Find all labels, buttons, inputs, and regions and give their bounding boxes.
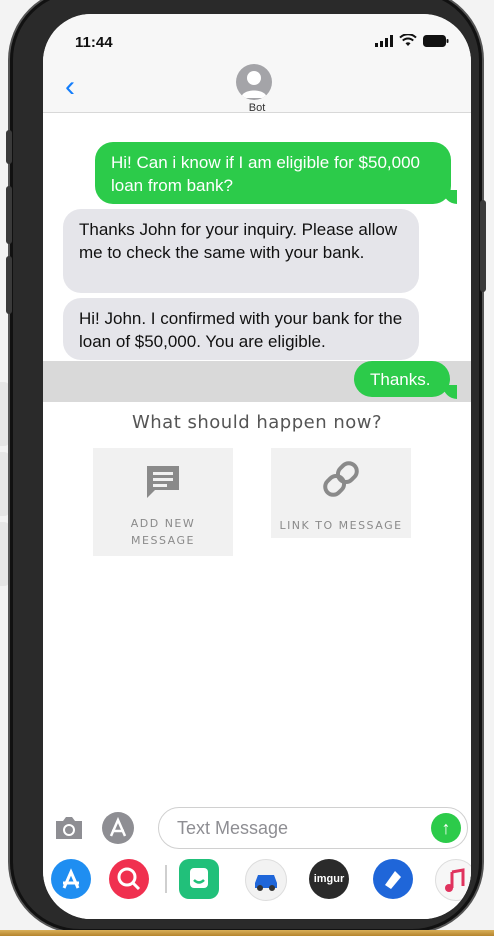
incoming-message[interactable]: Hi! John. I confirmed with your bank for…	[63, 298, 419, 360]
search-globe-icon[interactable]	[109, 859, 149, 899]
bottom-border	[0, 930, 494, 936]
smiley-app-icon[interactable]	[179, 859, 219, 899]
side-tab	[0, 522, 10, 586]
message-icon	[147, 466, 179, 498]
contact-avatar[interactable]	[236, 64, 272, 100]
volume-down-button	[6, 256, 12, 314]
apps-icon[interactable]	[101, 811, 135, 845]
outgoing-message[interactable]: Thanks.	[354, 361, 450, 397]
app-store-glyph	[62, 868, 80, 889]
status-time: 11:44	[75, 34, 113, 51]
bubble-tail	[443, 385, 457, 399]
app-store-icon[interactable]	[51, 859, 91, 899]
music-note-glyph	[445, 868, 465, 892]
next-step-prompt: What should happen now?	[131, 412, 383, 433]
search-glyph	[117, 867, 141, 891]
side-tab	[0, 382, 10, 446]
message-input[interactable]: Text Message ↑	[158, 807, 468, 849]
link-to-message-button[interactable]: LINK TO MESSAGE	[271, 448, 411, 538]
status-bar: 11:44	[43, 14, 471, 64]
status-icons	[375, 34, 449, 47]
action-label: LINK TO MESSAGE	[279, 519, 403, 532]
action-label: MESSAGE	[131, 534, 195, 547]
mute-switch	[6, 130, 12, 164]
camera-icon[interactable]	[53, 815, 85, 841]
back-button[interactable]: ‹	[65, 72, 75, 102]
car-app-icon[interactable]	[245, 859, 287, 901]
car-glyph	[255, 875, 277, 891]
link-icon	[323, 461, 359, 497]
compose-area: Text Message ↑ imgur	[43, 807, 471, 919]
imessage-app-strip: imgur	[43, 859, 471, 907]
selected-message-row[interactable]: Thanks.	[43, 361, 471, 402]
send-button[interactable]: ↑	[431, 813, 461, 843]
smiley-glyph	[190, 868, 208, 888]
phone-screen: 11:44 ‹ Bot Hi! Can i know if I am eligi…	[43, 14, 471, 919]
person-icon	[241, 71, 267, 98]
outgoing-message[interactable]: Hi! Can i know if I am eligible for $50,…	[95, 142, 451, 204]
phone-frame: 11:44 ‹ Bot Hi! Can i know if I am eligi…	[6, 0, 486, 932]
message-input-placeholder: Text Message	[177, 818, 289, 838]
music-icon[interactable]	[435, 859, 471, 901]
cellular-signal-icon	[375, 34, 393, 47]
add-new-message-button[interactable]: ADD NEW MESSAGE	[93, 448, 233, 556]
battery-icon	[423, 34, 449, 47]
wifi-icon	[399, 34, 417, 46]
conversation-header: ‹ Bot	[43, 64, 471, 114]
contact-name: Bot	[248, 102, 266, 114]
imgur-icon[interactable]: imgur	[309, 859, 349, 899]
side-tab	[0, 452, 10, 516]
app-divider	[165, 865, 167, 893]
shazam-glyph	[385, 871, 401, 889]
power-button	[480, 200, 486, 292]
action-label: ADD NEW	[130, 517, 196, 530]
shazam-icon[interactable]	[373, 859, 413, 899]
incoming-message[interactable]: Thanks John for your inquiry. Please all…	[63, 209, 419, 293]
volume-up-button	[6, 186, 12, 244]
stage: 11:44 ‹ Bot Hi! Can i know if I am eligi…	[0, 0, 494, 936]
bubble-tail	[443, 190, 457, 204]
